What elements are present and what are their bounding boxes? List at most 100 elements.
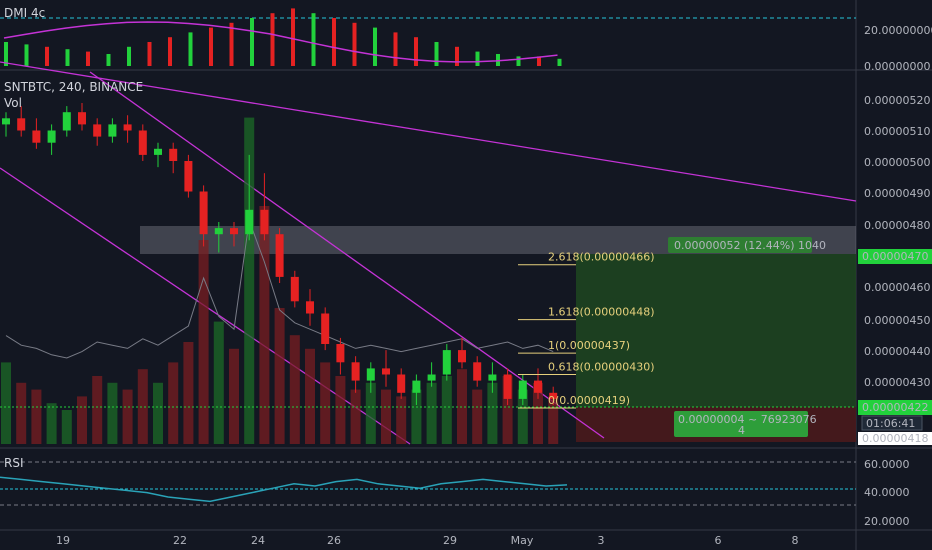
volume-bar [153,382,163,444]
price-tick: 0.00000480 [864,219,930,232]
price-tick: 0.00000510 [864,125,930,138]
volume-bar [46,403,57,444]
dmi-bar [209,27,213,67]
volume-bar [289,335,300,444]
time-tick: 22 [173,534,187,547]
volume-bar [472,389,483,444]
volume-bar [335,376,346,444]
dmi-bar [24,44,29,66]
candle-body [108,124,117,137]
time-tick: May [511,534,534,547]
volume-bar [16,382,27,444]
dmi-bar [352,22,357,66]
dmi-bar [434,42,439,66]
dmi-bar [373,27,377,67]
risk-label-line1: 0.00000004 ~ 76923076 [678,413,817,426]
volume-bar [1,362,11,444]
dmi-bar [147,42,152,66]
volume-bar [107,382,118,444]
volume-bar [92,376,103,444]
time-tick: 29 [443,534,457,547]
volume-bar [229,348,239,444]
volume-bar [441,376,452,444]
low-price-label: 0.00000418 [862,432,928,445]
price-badge-470-label: 0.00000470 [862,250,928,263]
candle-body [230,228,238,235]
volume-bar [213,321,224,444]
candle-body [138,130,147,155]
volume-bar [77,396,87,444]
volume-bar [274,308,285,444]
dmi-bar [557,58,562,66]
candle-body [427,374,436,381]
candle-body [184,161,193,192]
time-tick: 8 [792,534,799,547]
candle-body [321,313,330,344]
volume-bar [198,240,209,444]
candle-body [2,118,10,125]
candle-body [518,380,527,399]
candle-body [275,234,284,277]
dmi-panel-title: DMI 4c [4,6,46,20]
dmi-bar [516,56,521,66]
dmi-bar [270,13,275,66]
price-tick: 0.00000500 [864,156,930,169]
dmi-bar [332,18,336,66]
price-tick: 0.00000440 [864,345,930,358]
volume-bar [137,369,148,444]
risk-label-line2: 4 [738,424,745,437]
dmi-bar [127,46,131,66]
candle-body [32,130,41,143]
volume-bar [320,362,331,444]
rsi-tick-40: 40.0000 [864,486,910,499]
candle-body [123,124,132,131]
time-tick: 26 [327,534,341,547]
fib-level-label: 1.618(0.00000448) [548,306,655,319]
dmi-bar [414,37,418,66]
dmi-tick-20: 20.00000000 [864,24,932,37]
chart-root: 20.00000000 0.00000000 2.618(0.00000466) 1.… [0,0,932,550]
fib-level-label: 0.618(0.00000430) [548,361,655,374]
dmi-bar [455,46,459,66]
volume-bar [426,382,437,444]
dmi-tick-0: 0.00000000 [864,60,930,73]
price-tick: 0.00000460 [864,281,930,294]
volume-bar [31,389,42,444]
candle-body [534,380,542,393]
profit-label: 0.00000052 (12.44%) 1040 [674,239,826,252]
candle-body [503,374,512,399]
dmi-bar [393,32,398,66]
volume-bar [61,410,72,444]
channel-line-upper [89,71,605,439]
symbol-title: SNTBTC, 240, BINANCE [4,80,144,94]
candle-body [458,350,466,363]
dmi-bar [65,49,70,66]
candle-body [260,209,269,235]
candle-body [245,209,254,235]
dmi-bar [106,54,111,66]
candle-body [62,112,71,131]
candle-body [397,374,406,393]
volume-label: Vol [4,96,22,110]
candle-body [214,228,223,235]
candle-body [47,130,56,143]
dmi-bar [86,51,90,66]
candle-body [351,362,360,381]
candle-body [169,148,178,161]
time-tick: 19 [56,534,70,547]
candle-body [154,148,162,155]
volume-bar [350,389,361,444]
candle-body [306,301,314,314]
candle-body [290,276,299,302]
candle-body [412,380,421,393]
fib-level-label: 2.618(0.00000466) [548,251,655,264]
volume-bar [122,389,133,444]
volume-bar [183,342,194,444]
volume-bar [381,389,391,444]
candle-body [336,344,345,363]
dmi-bar [291,8,295,66]
time-tick: 6 [715,534,722,547]
rsi-tick-60: 60.0000 [864,458,910,471]
dmi-bar [250,18,254,66]
candle-body [366,368,375,381]
